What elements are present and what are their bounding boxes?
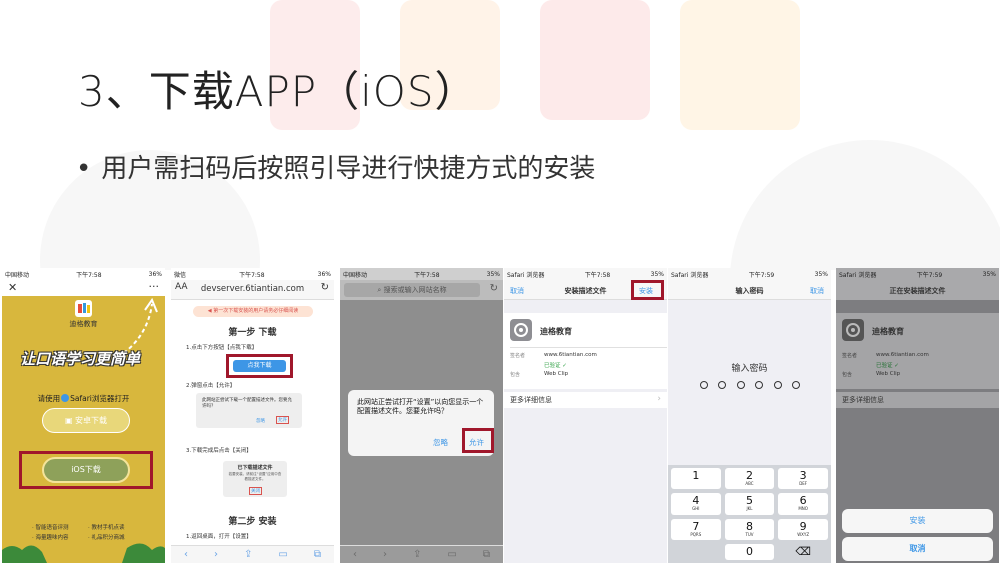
share-icon[interactable]: ⇪ <box>413 549 421 560</box>
key-0[interactable]: 0 <box>724 543 775 560</box>
bookmarks-icon[interactable]: ▭ <box>447 549 456 560</box>
notice-banner: ◀ 第一次下载安装的用户请务必仔细阅读 <box>193 306 313 317</box>
settings-gear-icon <box>842 319 864 341</box>
slide-bullet: • 用户需扫码后按照引导进行快捷方式的安装 <box>76 154 596 184</box>
android-icon: ▣ <box>64 416 76 425</box>
chevron-right-icon: › <box>657 394 661 404</box>
profile-card: 迪格教育 签名者 www.6tiantian.com 已验证 ✓ 包含 Web … <box>504 313 667 389</box>
status-bar: Safari 浏览器 下午7:59 35% <box>668 268 831 280</box>
grass-decoration <box>2 543 165 563</box>
reload-icon[interactable]: ↻ <box>490 283 498 294</box>
background-decoration <box>0 0 1000 270</box>
download-button[interactable]: 点我下载 <box>233 360 286 372</box>
safari-icon <box>61 394 70 402</box>
address-bar[interactable]: AA devserver.6tiantian.com ↻ <box>171 280 334 300</box>
phone-screenshot-enter-passcode: Safari 浏览器 下午7:59 35% 输入密码 取消 输入密码 1 2 ABC … <box>668 268 831 563</box>
open-settings-alert: 此网站正尝试打开“设置”以向您显示一个配置描述文件。您要允许吗？ 忽略 允许 <box>348 390 494 456</box>
key-8[interactable]: 8 TUV <box>724 518 775 540</box>
share-icon[interactable]: ⇪ <box>244 549 252 560</box>
key-9[interactable]: 9 WXYZ <box>778 518 828 540</box>
tabs-icon[interactable]: ⧉ <box>314 549 321 560</box>
key-5[interactable]: 5 JKL <box>724 493 775 515</box>
status-bar: 中国移动 下午7:58 35% <box>340 268 503 280</box>
step1-instruction-b: 2.弹窗点击【允许】 <box>186 383 236 389</box>
downloaded-dialog-preview: 已下载描述文件 若要安装，请前往“设置”应用中查看描述文件。 关闭 <box>223 461 287 497</box>
step2-instruction-a: 1.返回桌面，打开【设置】 <box>186 534 252 540</box>
status-bar: 中国移动 下午7:58 36% <box>2 268 165 280</box>
more-details-row: 更多详细信息 <box>836 392 999 408</box>
numeric-keypad: 1 2 ABC 3 DEF 4 GHI 5 JKL 6 MNO 7 PQRS 8 TUV 9W… <box>668 465 831 563</box>
slogan: 让口语学习更简单 <box>20 350 141 368</box>
action-sheet-install-button[interactable]: 安装 <box>842 509 993 533</box>
verified-badge: 已验证 ✓ <box>876 363 899 369</box>
action-sheet-cancel-button[interactable]: 取消 <box>842 537 993 561</box>
step1-instruction-c: 3.下载完成后点击【关闭】 <box>186 448 252 454</box>
profile-name: 迪格教育 <box>872 327 904 336</box>
passcode-prompt: 输入密码 <box>731 364 768 374</box>
slide-title: 3、下载APP（iOS） <box>78 67 478 116</box>
step1-instruction-a: 1.点击下方按钮【点我下载】 <box>186 345 258 351</box>
reload-icon[interactable]: ↻ <box>321 282 329 293</box>
browser-header: ✕ ··· <box>2 280 165 296</box>
contains-value: Web Clip <box>876 371 901 377</box>
status-bar: Safari 浏览器 下午7:59 35% <box>836 268 999 280</box>
alert-message: 此网站正尝试打开“设置”以向您显示一个配置描述文件。您要允许吗？ <box>357 398 484 415</box>
nav-bar: 输入密码 取消 <box>668 280 831 300</box>
search-input[interactable]: ⌕ 搜索或输入网站名称 <box>344 283 480 297</box>
ios-download-button[interactable]: iOS下载 <box>42 457 130 483</box>
close-icon[interactable]: ✕ <box>8 281 17 294</box>
phone-screenshot-installing-profile: Safari 浏览器 下午7:59 35% 正在安装描述文件 迪格教育 签名者 ww… <box>836 268 999 563</box>
passcode-dots <box>700 381 800 389</box>
phone-screenshot-open-settings-alert: 中国移动 下午7:58 35% ⌕ 搜索或输入网站名称 ↻ 此网站正尝试打开“设置”… <box>340 268 503 563</box>
key-1[interactable]: 1 <box>671 468 721 490</box>
back-icon[interactable]: ‹ <box>184 549 188 560</box>
nav-bar: 正在安装描述文件 <box>836 280 999 300</box>
step1-title: 第一步 下载 <box>228 328 277 338</box>
verified-badge: 已验证 ✓ <box>544 363 567 369</box>
cancel-button[interactable]: 取消 <box>810 286 824 296</box>
key-7[interactable]: 7 PQRS <box>671 518 721 540</box>
allow-dialog-preview: 此网站正尝试下载一个配置描述文件。您要允许吗？ 忽略 允许 <box>196 393 302 428</box>
key-3[interactable]: 3 DEF <box>778 468 828 490</box>
profile-card: 迪格教育 签名者 www.6tiantian.com 已验证 ✓ 包含 Web … <box>836 313 999 389</box>
key-2[interactable]: 2 ABC <box>724 468 775 490</box>
forward-icon[interactable]: › <box>214 549 218 560</box>
install-button[interactable]: 安装 <box>639 286 653 296</box>
key-blank <box>671 544 721 560</box>
bookmarks-icon[interactable]: ▭ <box>278 549 287 560</box>
address-bar: ⌕ 搜索或输入网站名称 ↻ <box>340 280 503 300</box>
profile-name: 迪格教育 <box>540 327 572 336</box>
signer-value: www.6tiantian.com <box>544 352 597 358</box>
key-6[interactable]: 6 MNO <box>778 493 828 515</box>
tabs-icon[interactable]: ⧉ <box>483 549 490 560</box>
nav-title: 正在安装描述文件 <box>889 287 946 295</box>
backspace-key[interactable]: ⌫ <box>778 544 828 560</box>
back-icon[interactable]: ‹ <box>353 549 357 560</box>
phone-screenshot-app-download: 中国移动 下午7:58 36% ✕ ··· 迪格教育 让口语学习更简单 请使用 S… <box>2 268 165 563</box>
phone-screenshot-download-guide: 微信 下午7:58 36% AA devserver.6tiantian.com ↻… <box>171 268 334 563</box>
ignore-button[interactable]: 忽略 <box>433 437 448 448</box>
contains-value: Web Clip <box>544 371 569 377</box>
nav-title: 输入密码 <box>735 287 764 295</box>
safari-toolbar: ‹ › ⇪ ▭ ⧉ <box>171 545 334 563</box>
app-logo <box>75 300 92 317</box>
key-4[interactable]: 4 GHI <box>671 493 721 515</box>
phone-screenshot-install-profile: Safari 浏览器 下午7:58 35% 取消 安装描述文件 安装 迪格教育 签名… <box>504 268 667 563</box>
signer-value: www.6tiantian.com <box>876 352 929 358</box>
allow-button[interactable]: 允许 <box>469 437 484 448</box>
status-bar: 微信 下午7:58 36% <box>174 270 331 279</box>
more-icon[interactable]: ··· <box>149 280 160 293</box>
nav-bar: 取消 安装描述文件 安装 <box>504 280 667 300</box>
safari-toolbar: ‹ › ⇪ ▭ ⧉ <box>340 545 503 563</box>
step2-title: 第二步 安装 <box>228 517 277 527</box>
url-text: devserver.6tiantian.com <box>200 284 305 294</box>
more-details-row[interactable]: 更多详细信息 › <box>504 392 667 408</box>
android-download-button[interactable]: ▣ 安卓下载 <box>42 408 130 433</box>
safari-hint: 请使用 Safari浏览器打开 <box>37 394 130 403</box>
settings-gear-icon <box>510 319 532 341</box>
status-bar: Safari 浏览器 下午7:58 35% <box>504 268 667 280</box>
forward-icon[interactable]: › <box>383 549 387 560</box>
